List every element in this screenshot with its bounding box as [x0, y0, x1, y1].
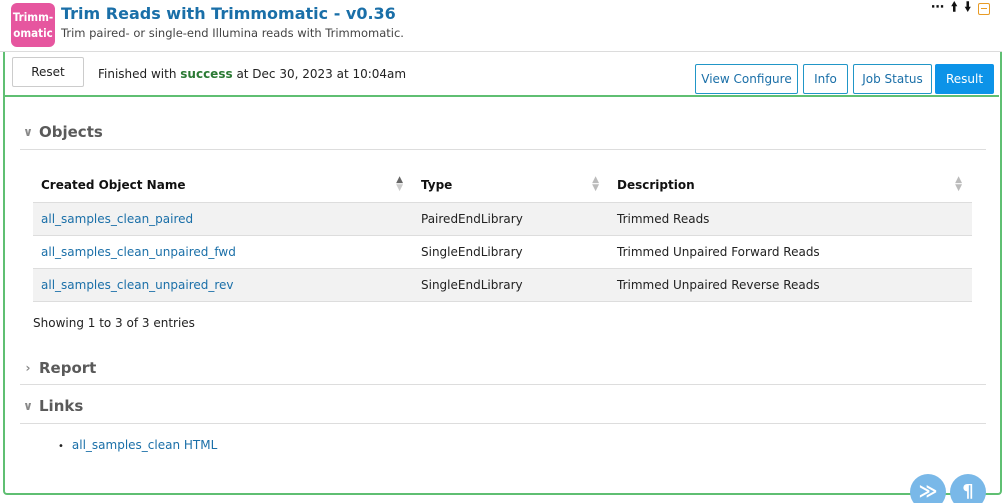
section-divider	[20, 149, 986, 150]
table-entries-info: Showing 1 to 3 of 3 entries	[33, 316, 195, 330]
object-link[interactable]: all_samples_clean_paired	[41, 212, 193, 226]
app-cell-header: Trimm- omatic Trim Reads with Trimmomati…	[0, 0, 1002, 52]
reset-button[interactable]: Reset	[12, 57, 84, 87]
report-section-toggle[interactable]: › Report	[22, 359, 97, 377]
links-section-title: Links	[39, 397, 84, 415]
object-description: Trimmed Unpaired Reverse Reads	[609, 268, 972, 302]
column-header-description[interactable]: Description ▲ ▼	[609, 168, 972, 203]
column-header-type[interactable]: Type ▲ ▼	[413, 168, 609, 203]
tab-result[interactable]: Result	[935, 64, 994, 94]
object-type: SingleEndLibrary	[413, 235, 609, 269]
object-type: PairedEndLibrary	[413, 202, 609, 236]
status-success: success	[180, 67, 233, 81]
terminal-icon[interactable]: ≫	[910, 474, 946, 503]
report-section-title: Report	[39, 359, 97, 377]
logo-line-1: Trimm-	[12, 10, 54, 24]
list-item: all_samples_clean HTML	[58, 438, 217, 452]
chevron-down-icon: ∨	[23, 399, 33, 413]
app-title[interactable]: Trim Reads with Trimmomatic - v0.36	[61, 4, 396, 23]
object-description: Trimmed Unpaired Forward Reads	[609, 235, 972, 269]
section-divider	[20, 423, 986, 424]
sort-icon: ▲ ▼	[955, 175, 962, 193]
objects-section-toggle[interactable]: ∨ Objects	[22, 123, 103, 141]
ellipsis-icon[interactable]: ⋯	[931, 0, 944, 16]
objects-table: Created Object Name ▲ ▼ Type ▲ ▼ Descripti…	[33, 168, 972, 302]
arrow-down-icon[interactable]: 🠛	[964, 0, 971, 16]
links-list: all_samples_clean HTML	[58, 438, 217, 452]
chevron-right-icon: ›	[25, 361, 31, 375]
table-row: all_samples_clean_unpaired_rev SingleEnd…	[33, 268, 972, 302]
object-link[interactable]: all_samples_clean_unpaired_fwd	[41, 245, 236, 259]
report-html-link[interactable]: all_samples_clean HTML	[72, 438, 217, 452]
object-link[interactable]: all_samples_clean_unpaired_rev	[41, 278, 234, 292]
pilcrow-icon[interactable]: ¶	[950, 474, 986, 503]
tab-job-status[interactable]: Job Status	[853, 64, 932, 94]
column-header-name[interactable]: Created Object Name ▲ ▼	[33, 168, 413, 203]
chevron-down-icon: ∨	[23, 125, 33, 139]
tab-info[interactable]: Info	[803, 64, 848, 94]
job-status-text: Finished with success at Dec 30, 2023 at…	[98, 67, 406, 81]
app-logo: Trimm- omatic	[11, 3, 55, 47]
status-prefix: Finished with	[98, 67, 177, 81]
collapse-icon[interactable]	[978, 2, 990, 15]
table-row: all_samples_clean_unpaired_fwd SingleEnd…	[33, 235, 972, 269]
object-type: SingleEndLibrary	[413, 268, 609, 302]
tab-view-configure[interactable]: View Configure	[695, 64, 798, 94]
table-row: all_samples_clean_paired PairedEndLibrar…	[33, 202, 972, 236]
app-toolbar: Reset Finished with success at Dec 30, 2…	[5, 52, 999, 97]
status-suffix: at Dec 30, 2023 at 10:04am	[236, 67, 407, 81]
objects-section-title: Objects	[39, 123, 103, 141]
cell-controls: ⋯ 🠙 🠛	[931, 0, 990, 16]
object-description: Trimmed Reads	[609, 202, 972, 236]
arrow-up-icon[interactable]: 🠙	[951, 0, 958, 16]
section-divider	[20, 384, 986, 385]
logo-line-2: omatic	[13, 26, 53, 40]
sort-icon: ▲ ▼	[396, 175, 403, 193]
app-subtitle: Trim paired- or single-end Illumina read…	[61, 26, 404, 40]
links-section-toggle[interactable]: ∨ Links	[22, 397, 83, 415]
sort-icon: ▲ ▼	[592, 175, 599, 193]
